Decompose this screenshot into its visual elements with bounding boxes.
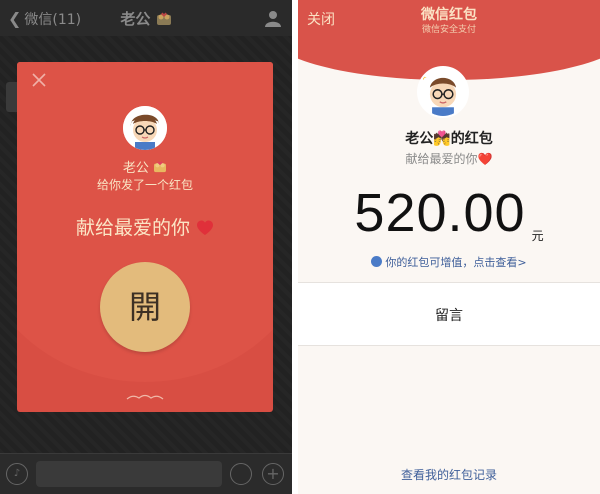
divider bbox=[298, 345, 600, 346]
cloud-ornament-icon bbox=[126, 394, 164, 400]
couple-emoji-icon bbox=[154, 161, 167, 173]
sender-avatar bbox=[417, 66, 469, 118]
promo-link[interactable]: 你的红包可增值，点击查看> bbox=[298, 254, 600, 270]
amount-row: 520.00 元 bbox=[298, 182, 600, 244]
view-history-link[interactable]: 查看我的红包记录 bbox=[298, 466, 600, 483]
envelope-greeting-text: 献给最爱的你 bbox=[75, 217, 190, 239]
promo-link-text: 你的红包可增值，点击查看> bbox=[385, 256, 527, 269]
envelope-detail-screen: 关闭 微信红包 微信安全支付 老公💏的红包 献给最爱的你❤️ 520.00 元 你… bbox=[298, 0, 600, 494]
sender-title: 老公💏的红包 bbox=[405, 131, 493, 147]
amount-value: 520.00 bbox=[354, 183, 526, 243]
chat-title: 老公 bbox=[0, 8, 292, 29]
greeting-text: 献给最爱的你❤️ bbox=[405, 152, 493, 166]
leave-message-button[interactable]: 留言 bbox=[298, 305, 600, 325]
page-subtitle: 微信安全支付 bbox=[421, 25, 476, 35]
envelope-subtitle: 给你发了一个红包 bbox=[96, 178, 193, 192]
heart-icon bbox=[197, 220, 214, 235]
cartoon-boy-avatar-icon bbox=[123, 106, 167, 150]
chat-nav-bar: ❮ 微信(11) 老公 bbox=[0, 0, 292, 36]
currency-unit: 元 bbox=[531, 229, 544, 243]
chat-input-bar: ♪ + bbox=[0, 453, 292, 494]
couple-emoji-icon bbox=[156, 12, 171, 25]
page-title: 微信红包 bbox=[421, 7, 477, 23]
message-input[interactable] bbox=[36, 461, 222, 487]
chat-title-text: 老公 bbox=[120, 10, 151, 28]
emoji-icon[interactable] bbox=[230, 463, 252, 485]
envelope-greeting: 献给最爱的你 bbox=[17, 213, 273, 240]
voice-input-icon[interactable]: ♪ bbox=[6, 463, 28, 485]
open-envelope-button[interactable]: 開 bbox=[100, 262, 190, 352]
cartoon-boy-avatar-icon bbox=[419, 68, 467, 116]
coin-icon bbox=[371, 256, 383, 267]
chat-screen: ❮ 微信(11) 老公 ♪ + 老公 给你发了一个红包 献给最爱的你 開 bbox=[0, 0, 292, 494]
plus-icon[interactable]: + bbox=[262, 463, 284, 485]
red-envelope-modal: 老公 给你发了一个红包 献给最爱的你 開 bbox=[17, 62, 273, 412]
contact-profile-icon[interactable] bbox=[264, 9, 282, 27]
message-row[interactable]: 留言 bbox=[298, 283, 600, 345]
sender-avatar bbox=[123, 106, 167, 150]
sender-name-text: 老公 bbox=[122, 161, 149, 176]
close-icon[interactable] bbox=[31, 72, 47, 88]
sender-name: 老公 bbox=[17, 157, 273, 176]
